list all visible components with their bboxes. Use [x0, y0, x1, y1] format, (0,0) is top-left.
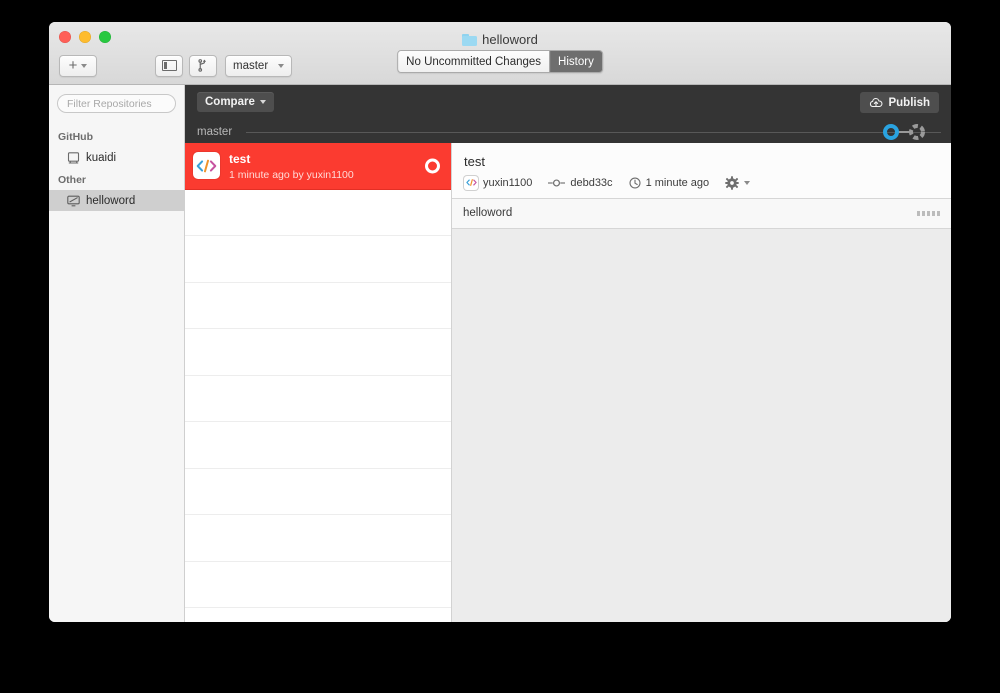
chevron-down-icon	[81, 63, 88, 68]
branch-selector-label: master	[233, 59, 269, 72]
sidebar-toggle-icon	[161, 60, 177, 71]
folder-icon	[462, 33, 478, 46]
commit-list-empty-row	[185, 469, 451, 515]
app-window: helloword + master No Uncommitted Change…	[49, 22, 951, 622]
sidebar-group-github: GitHub	[58, 131, 93, 143]
clock-icon	[629, 176, 641, 189]
new-branch-button[interactable]	[189, 54, 217, 77]
sidebar-group-other: Other	[58, 174, 87, 186]
commit-detail-pane: test yuxin1100 debd33c 1 minute ago hell…	[452, 143, 951, 622]
chevron-down-icon[interactable]	[744, 180, 751, 185]
repo-book-icon	[67, 151, 80, 164]
commit-list-empty-row	[185, 236, 451, 283]
tab-history[interactable]: History	[549, 51, 602, 72]
commit-graph-nodes	[883, 121, 929, 143]
timeline-branch-label: master	[197, 126, 233, 138]
commit-list-empty-row	[185, 329, 451, 376]
gear-icon[interactable]	[725, 175, 739, 190]
window-body: Filter Repositories GitHub kuaidi Other …	[49, 85, 951, 622]
diff-body	[452, 228, 951, 622]
commit-title: test	[229, 151, 251, 166]
commit-list-empty-row	[185, 190, 451, 236]
timeline-rule	[246, 131, 941, 133]
commit-author-name: yuxin1100	[483, 176, 533, 189]
add-repository-button[interactable]: +	[59, 54, 97, 77]
sidebar-item-label: kuaidi	[86, 151, 117, 164]
local-repo-monitor-icon	[67, 195, 80, 206]
branch-timeline: master	[185, 121, 951, 143]
sidebar-toggle-button[interactable]	[155, 54, 183, 77]
commit-time: 1 minute ago	[645, 176, 710, 189]
sidebar-item-kuaidi[interactable]: kuaidi	[49, 147, 184, 168]
commit-node-uncommitted[interactable]	[909, 124, 925, 140]
code-brackets-avatar	[193, 152, 220, 180]
sidebar-item-helloword[interactable]: helloword	[49, 190, 184, 211]
commit-metadata-row: yuxin1100 debd33c 1 minute ago	[464, 175, 939, 190]
chevron-down-icon	[259, 100, 266, 104]
chevron-down-icon	[278, 63, 285, 68]
commit-detail-header: test yuxin1100 debd33c 1 minute ago	[452, 143, 951, 199]
commit-list-item-text: test 1 minute ago by yuxin1100	[229, 150, 354, 182]
toolbar: + master No Uncommitted Changes History	[49, 46, 951, 85]
changed-file-row[interactable]: helloword	[452, 198, 951, 229]
publish-button[interactable]: Publish	[860, 92, 939, 113]
branch-create-icon	[197, 59, 206, 72]
history-header: Compare Publish master	[185, 85, 951, 143]
tab-uncommitted-changes[interactable]: No Uncommitted Changes	[398, 51, 550, 72]
history-column: Compare Publish master test 1 minute ago…	[185, 85, 951, 622]
filter-repositories-input[interactable]: Filter Repositories	[57, 94, 176, 113]
window-title: helloword	[49, 32, 951, 47]
plus-icon: +	[68, 56, 78, 74]
commit-list-empty-row	[185, 515, 451, 562]
changed-file-name: helloword	[463, 207, 513, 219]
branch-selector-button[interactable]: master	[225, 54, 293, 77]
commit-subtitle: 1 minute ago by yuxin1100	[229, 168, 354, 181]
commit-node-icon	[548, 178, 566, 187]
cloud-upload-icon	[870, 97, 883, 107]
window-title-label: helloword	[482, 32, 538, 47]
title-bar: helloword + master No Uncommitted Change…	[49, 22, 951, 85]
commit-list[interactable]: test 1 minute ago by yuxin1100	[185, 143, 452, 622]
sidebar-item-label: helloword	[86, 194, 136, 207]
commit-list-empty-row	[185, 422, 451, 469]
commit-donut-icon	[425, 158, 440, 174]
commit-list-empty-row	[185, 283, 451, 329]
grip-dots-icon[interactable]	[917, 210, 940, 216]
view-segmented-control: No Uncommitted Changes History	[397, 50, 603, 73]
commit-node-filled[interactable]	[883, 124, 899, 140]
commit-list-empty-row	[185, 376, 451, 422]
compare-label: Compare	[205, 96, 255, 108]
filter-placeholder: Filter Repositories	[67, 97, 152, 110]
commit-detail-title: test	[464, 154, 485, 169]
publish-label: Publish	[888, 96, 930, 109]
commit-sha[interactable]: debd33c	[570, 177, 612, 189]
commit-list-item-selected[interactable]: test 1 minute ago by yuxin1100	[185, 143, 451, 190]
repository-sidebar: Filter Repositories GitHub kuaidi Other …	[49, 85, 185, 622]
commit-list-empty-row	[185, 562, 451, 608]
history-panes: test 1 minute ago by yuxin1100 test yuxi…	[185, 143, 951, 622]
code-brackets-avatar	[464, 175, 478, 190]
compare-button[interactable]: Compare	[197, 92, 274, 112]
